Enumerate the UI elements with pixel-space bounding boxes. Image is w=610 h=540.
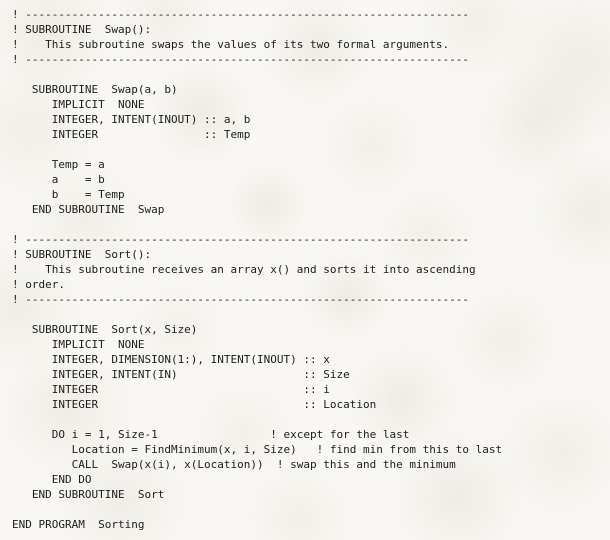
code-line: ! --------------------------------------… xyxy=(12,53,469,66)
code-line: ! SUBROUTINE Swap(): xyxy=(12,23,152,36)
code-line: INTEGER :: Temp xyxy=(12,128,251,141)
code-line: INTEGER, DIMENSION(1:), INTENT(INOUT) ::… xyxy=(12,353,330,366)
code-line: Location = FindMinimum(x, i, Size) ! fin… xyxy=(12,443,503,456)
code-line: Temp = a xyxy=(12,158,105,171)
code-line: IMPLICIT NONE xyxy=(12,338,145,351)
code-line: END SUBROUTINE Swap xyxy=(12,203,165,216)
code-line: SUBROUTINE Sort(x, Size) xyxy=(12,323,198,336)
code-line: ! This subroutine swaps the values of it… xyxy=(12,38,450,51)
code-line: END SUBROUTINE Sort xyxy=(12,488,165,501)
code-line: END DO xyxy=(12,473,92,486)
code-line: IMPLICIT NONE xyxy=(12,98,145,111)
code-line: ! SUBROUTINE Sort(): xyxy=(12,248,152,261)
code-line: INTEGER :: Location xyxy=(12,398,377,411)
code-line: INTEGER :: i xyxy=(12,383,330,396)
code-line: ! --------------------------------------… xyxy=(12,293,469,306)
code-line: a = b xyxy=(12,173,105,186)
code-listing[interactable]: ! --------------------------------------… xyxy=(0,0,610,532)
code-line: DO i = 1, Size-1 ! except for the last xyxy=(12,428,410,441)
code-line: INTEGER, INTENT(INOUT) :: a, b xyxy=(12,113,251,126)
code-line: ! --------------------------------------… xyxy=(12,233,469,246)
code-line: INTEGER, INTENT(IN) :: Size xyxy=(12,368,350,381)
code-line: SUBROUTINE Swap(a, b) xyxy=(12,83,178,96)
code-line: b = Temp xyxy=(12,188,125,201)
code-line: END PROGRAM Sorting xyxy=(12,518,145,531)
code-line: ! --------------------------------------… xyxy=(12,8,469,21)
code-line: ! order. xyxy=(12,278,65,291)
code-line: CALL Swap(x(i), x(Location)) ! swap this… xyxy=(12,458,456,471)
code-line: ! This subroutine receives an array x() … xyxy=(12,263,476,276)
paper-background: ! --------------------------------------… xyxy=(0,0,610,540)
